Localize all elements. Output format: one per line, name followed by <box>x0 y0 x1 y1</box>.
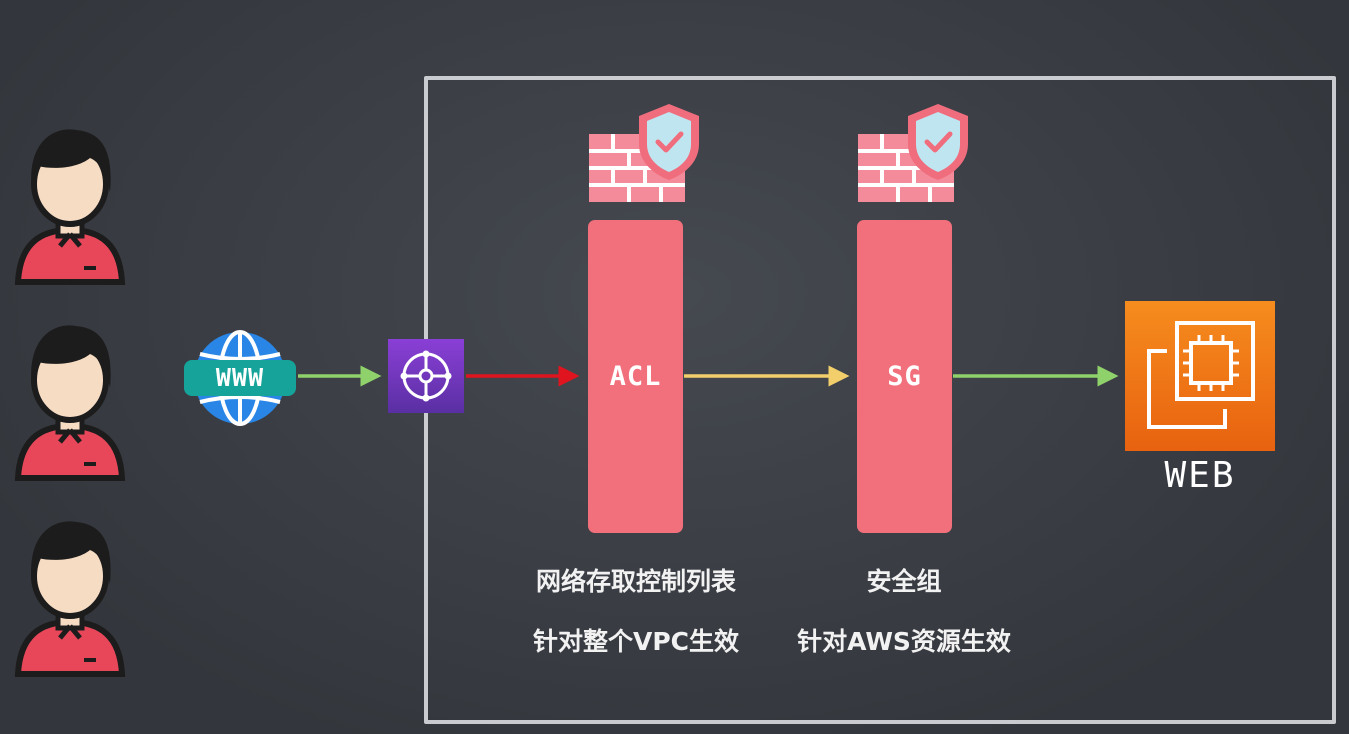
acl-pillar: ACL <box>588 220 683 533</box>
www-label: WWW <box>184 360 296 396</box>
internet-globe: WWW <box>184 330 296 426</box>
diagram-canvas: WWW ACL SG 网络存取控制列表 针对整个VPC生效 安全组 针对AWS资… <box>0 0 1349 734</box>
brick-wall-shield-icon <box>585 100 701 210</box>
acl-title: 网络存取控制列表 <box>535 567 736 596</box>
brick-wall-shield-icon <box>854 100 970 210</box>
internet-gateway-icon <box>400 350 452 402</box>
web-label: WEB <box>1164 455 1236 496</box>
internet-gateway <box>388 339 464 413</box>
ec2-chip-icon <box>1147 321 1255 429</box>
user-avatar-icon <box>14 318 126 483</box>
user-avatar-icon <box>14 514 126 679</box>
sg-scope: 针对AWS资源生效 <box>797 627 1011 656</box>
web-server-ec2 <box>1125 301 1275 451</box>
sg-pillar: SG <box>857 220 952 533</box>
acl-scope: 针对整个VPC生效 <box>532 627 740 656</box>
user-avatar-icon <box>14 122 126 287</box>
sg-title: 安全组 <box>866 567 942 596</box>
